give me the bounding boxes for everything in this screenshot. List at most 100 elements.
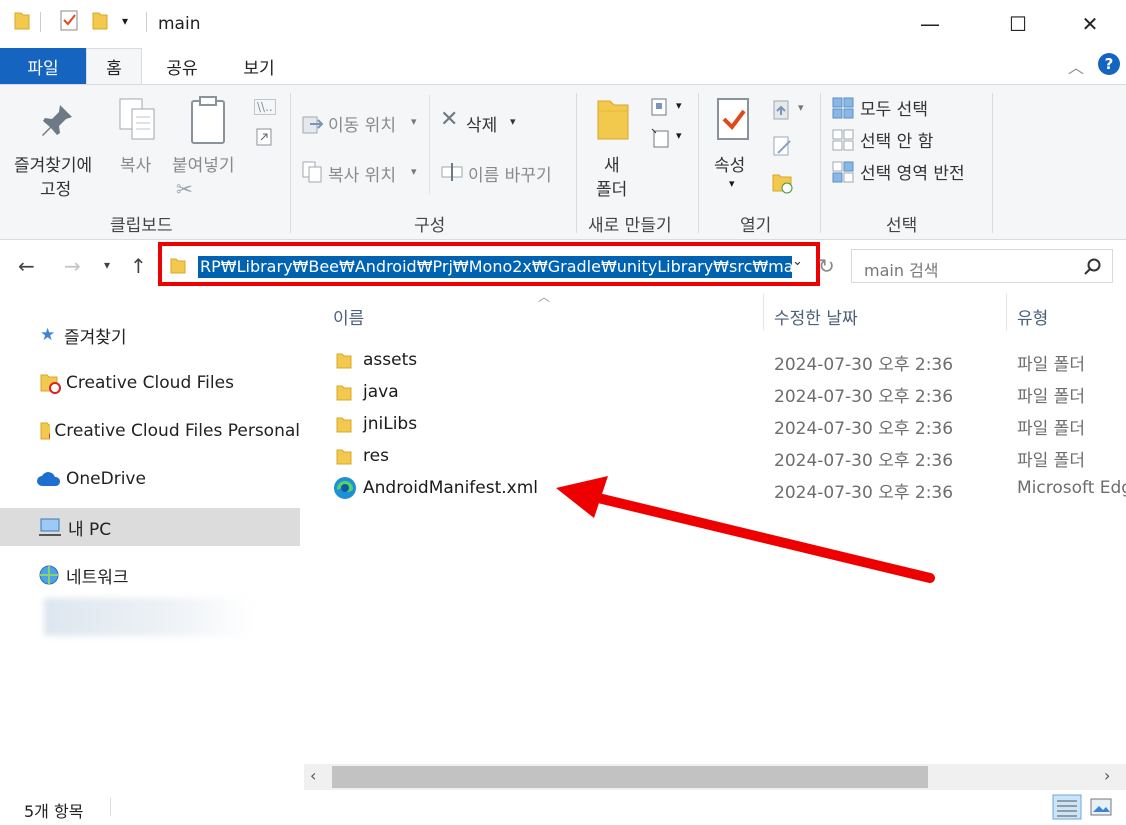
copy-button[interactable]: 복사 — [120, 151, 151, 176]
organize-group-label: 구성 — [414, 216, 446, 236]
file-type: 파일 폴더 — [1017, 355, 1085, 375]
tab-view[interactable]: 보기 — [226, 48, 292, 84]
file-name: assets — [363, 350, 418, 370]
column-divider — [1006, 294, 1007, 330]
chevron-down-icon: ▾ — [676, 99, 682, 112]
cut-icon[interactable]: ✂ — [176, 177, 193, 201]
tab-file[interactable]: 파일 — [0, 48, 86, 84]
new-folder-quick-access-icon[interactable] — [92, 10, 108, 30]
refresh-icon[interactable]: ↻ — [818, 254, 835, 278]
new-folder-label-line-2: 폴더 — [596, 180, 628, 200]
address-dropdown-icon[interactable]: ⌄ — [792, 254, 803, 269]
folder-icon — [170, 258, 186, 274]
help-icon[interactable]: ? — [1098, 53, 1120, 75]
scroll-right-icon[interactable]: › — [1104, 766, 1110, 785]
table-row[interactable]: jniLibs 2024-07-30 오후 2:36 파일 폴더 — [304, 408, 1126, 440]
forward-button[interactable]: → — [64, 254, 81, 278]
easy-access-icon[interactable] — [650, 127, 674, 149]
network-icon — [39, 565, 59, 585]
column-header-type[interactable]: 유형 — [1017, 304, 1048, 329]
nav-label: 내 PC — [68, 519, 112, 540]
pin-icon — [42, 105, 72, 136]
horizontal-scrollbar[interactable]: ‹ › — [304, 764, 1126, 790]
table-row[interactable]: java 2024-07-30 오후 2:36 파일 폴더 — [304, 376, 1126, 408]
nav-label: Creative Cloud Files Personal — [54, 421, 300, 441]
collapse-ribbon-icon[interactable]: ︿ — [1068, 54, 1084, 78]
nav-item-this-pc[interactable]: 내 PC — [0, 508, 300, 546]
nav-item-creative-cloud[interactable]: Creative Cloud Files — [0, 364, 300, 402]
chevron-down-icon: ▾ — [411, 165, 417, 178]
column-divider — [763, 294, 764, 330]
new-folder-icon — [597, 100, 629, 140]
folder-icon — [336, 385, 352, 401]
rename-icon — [441, 163, 463, 181]
nav-label: OneDrive — [66, 469, 146, 489]
nav-item-network[interactable]: 네트워크 — [0, 556, 300, 594]
file-type: 파일 폴더 — [1017, 451, 1085, 471]
nav-label: 즐겨찾기 — [64, 327, 127, 348]
paste-button[interactable]: 붙여넣기 — [172, 151, 235, 176]
scroll-left-icon[interactable]: ‹ — [310, 766, 316, 785]
sort-indicator-icon: ︿ — [538, 290, 551, 304]
open-icon[interactable] — [772, 99, 794, 123]
invert-selection-button[interactable]: 선택 영역 반전 — [860, 159, 965, 184]
group-separator — [992, 93, 993, 233]
paste-shortcut-icon[interactable] — [256, 127, 274, 147]
nav-item-onedrive[interactable]: OneDrive — [0, 460, 300, 498]
file-name: jniLibs — [363, 414, 418, 434]
edit-icon[interactable] — [772, 135, 794, 159]
minimize-button[interactable]: — — [900, 0, 960, 48]
file-name: java — [363, 382, 399, 402]
large-icons-view-icon[interactable] — [1090, 798, 1112, 816]
properties-quick-access-icon[interactable] — [60, 10, 80, 32]
recent-locations-icon[interactable]: ▾ — [104, 258, 110, 272]
rename-button[interactable]: 이름 바꾸기 — [468, 161, 552, 186]
nav-item-quick-access[interactable]: ★ 즐겨찾기 — [0, 316, 300, 354]
divider — [146, 12, 147, 32]
computer-icon — [39, 518, 61, 536]
file-name: res — [363, 446, 389, 466]
tab-share[interactable]: 공유 — [150, 48, 214, 84]
up-button[interactable]: ↑ — [130, 254, 147, 278]
scrollbar-thumb[interactable] — [332, 766, 928, 788]
address-bar[interactable]: RP₩Library₩Bee₩Android₩Prj₩Mono2x₩Gradle… — [158, 242, 820, 286]
select-all-button[interactable]: 모두 선택 — [860, 95, 928, 120]
move-to-icon — [302, 116, 324, 134]
copy-to-button[interactable]: 복사 위치 — [328, 161, 396, 186]
move-to-button[interactable]: 이동 위치 — [328, 111, 396, 136]
select-none-button[interactable]: 선택 안 함 — [860, 127, 933, 152]
pin-label-line-1: 즐겨찾기에 — [14, 156, 93, 176]
file-type: 파일 폴더 — [1017, 387, 1085, 407]
tab-home[interactable]: 홈 — [86, 48, 142, 84]
nav-item-creative-cloud-personal[interactable]: Creative Cloud Files Personal — [0, 412, 300, 450]
file-date: 2024-07-30 오후 2:36 — [774, 451, 954, 471]
creative-cloud-folder-icon — [40, 422, 51, 440]
properties-icon — [717, 98, 749, 140]
paste-icon — [191, 96, 225, 144]
divider — [110, 798, 111, 816]
search-input[interactable]: main 검색 — [851, 249, 1113, 283]
file-type: 파일 폴더 — [1017, 419, 1085, 439]
table-row[interactable]: assets 2024-07-30 오후 2:36 파일 폴더 — [304, 344, 1126, 376]
column-header-name[interactable]: 이름 — [333, 304, 364, 329]
details-view-icon[interactable] — [1052, 794, 1082, 820]
new-group-label: 새로 만들기 — [588, 216, 672, 236]
delete-button[interactable]: 삭제 — [466, 111, 497, 136]
divider — [429, 95, 430, 195]
copy-path-icon[interactable]: \\.. — [254, 99, 276, 115]
maximize-button[interactable]: ☐ — [988, 0, 1048, 48]
title-bar: ▾ main — ☐ ✕ — [0, 0, 1126, 48]
history-icon[interactable] — [772, 171, 794, 195]
file-type: Microsoft Edg — [1017, 478, 1126, 498]
customize-toolbar-icon[interactable]: ▾ — [122, 14, 128, 28]
ribbon-tabs: 파일 홈 공유 보기 ︿ ? — [0, 48, 1126, 84]
column-header-date[interactable]: 수정한 날짜 — [774, 304, 858, 329]
new-item-icon[interactable] — [650, 97, 674, 119]
back-button[interactable]: ← — [18, 254, 35, 278]
address-path: RP₩Library₩Bee₩Android₩Prj₩Mono2x₩Gradle… — [198, 256, 792, 278]
table-row[interactable]: res 2024-07-30 오후 2:36 파일 폴더 — [304, 440, 1126, 472]
new-folder-label-line-1: 새 — [604, 156, 620, 176]
close-button[interactable]: ✕ — [1060, 0, 1120, 48]
search-placeholder: main 검색 — [864, 261, 939, 280]
group-separator — [820, 93, 821, 233]
